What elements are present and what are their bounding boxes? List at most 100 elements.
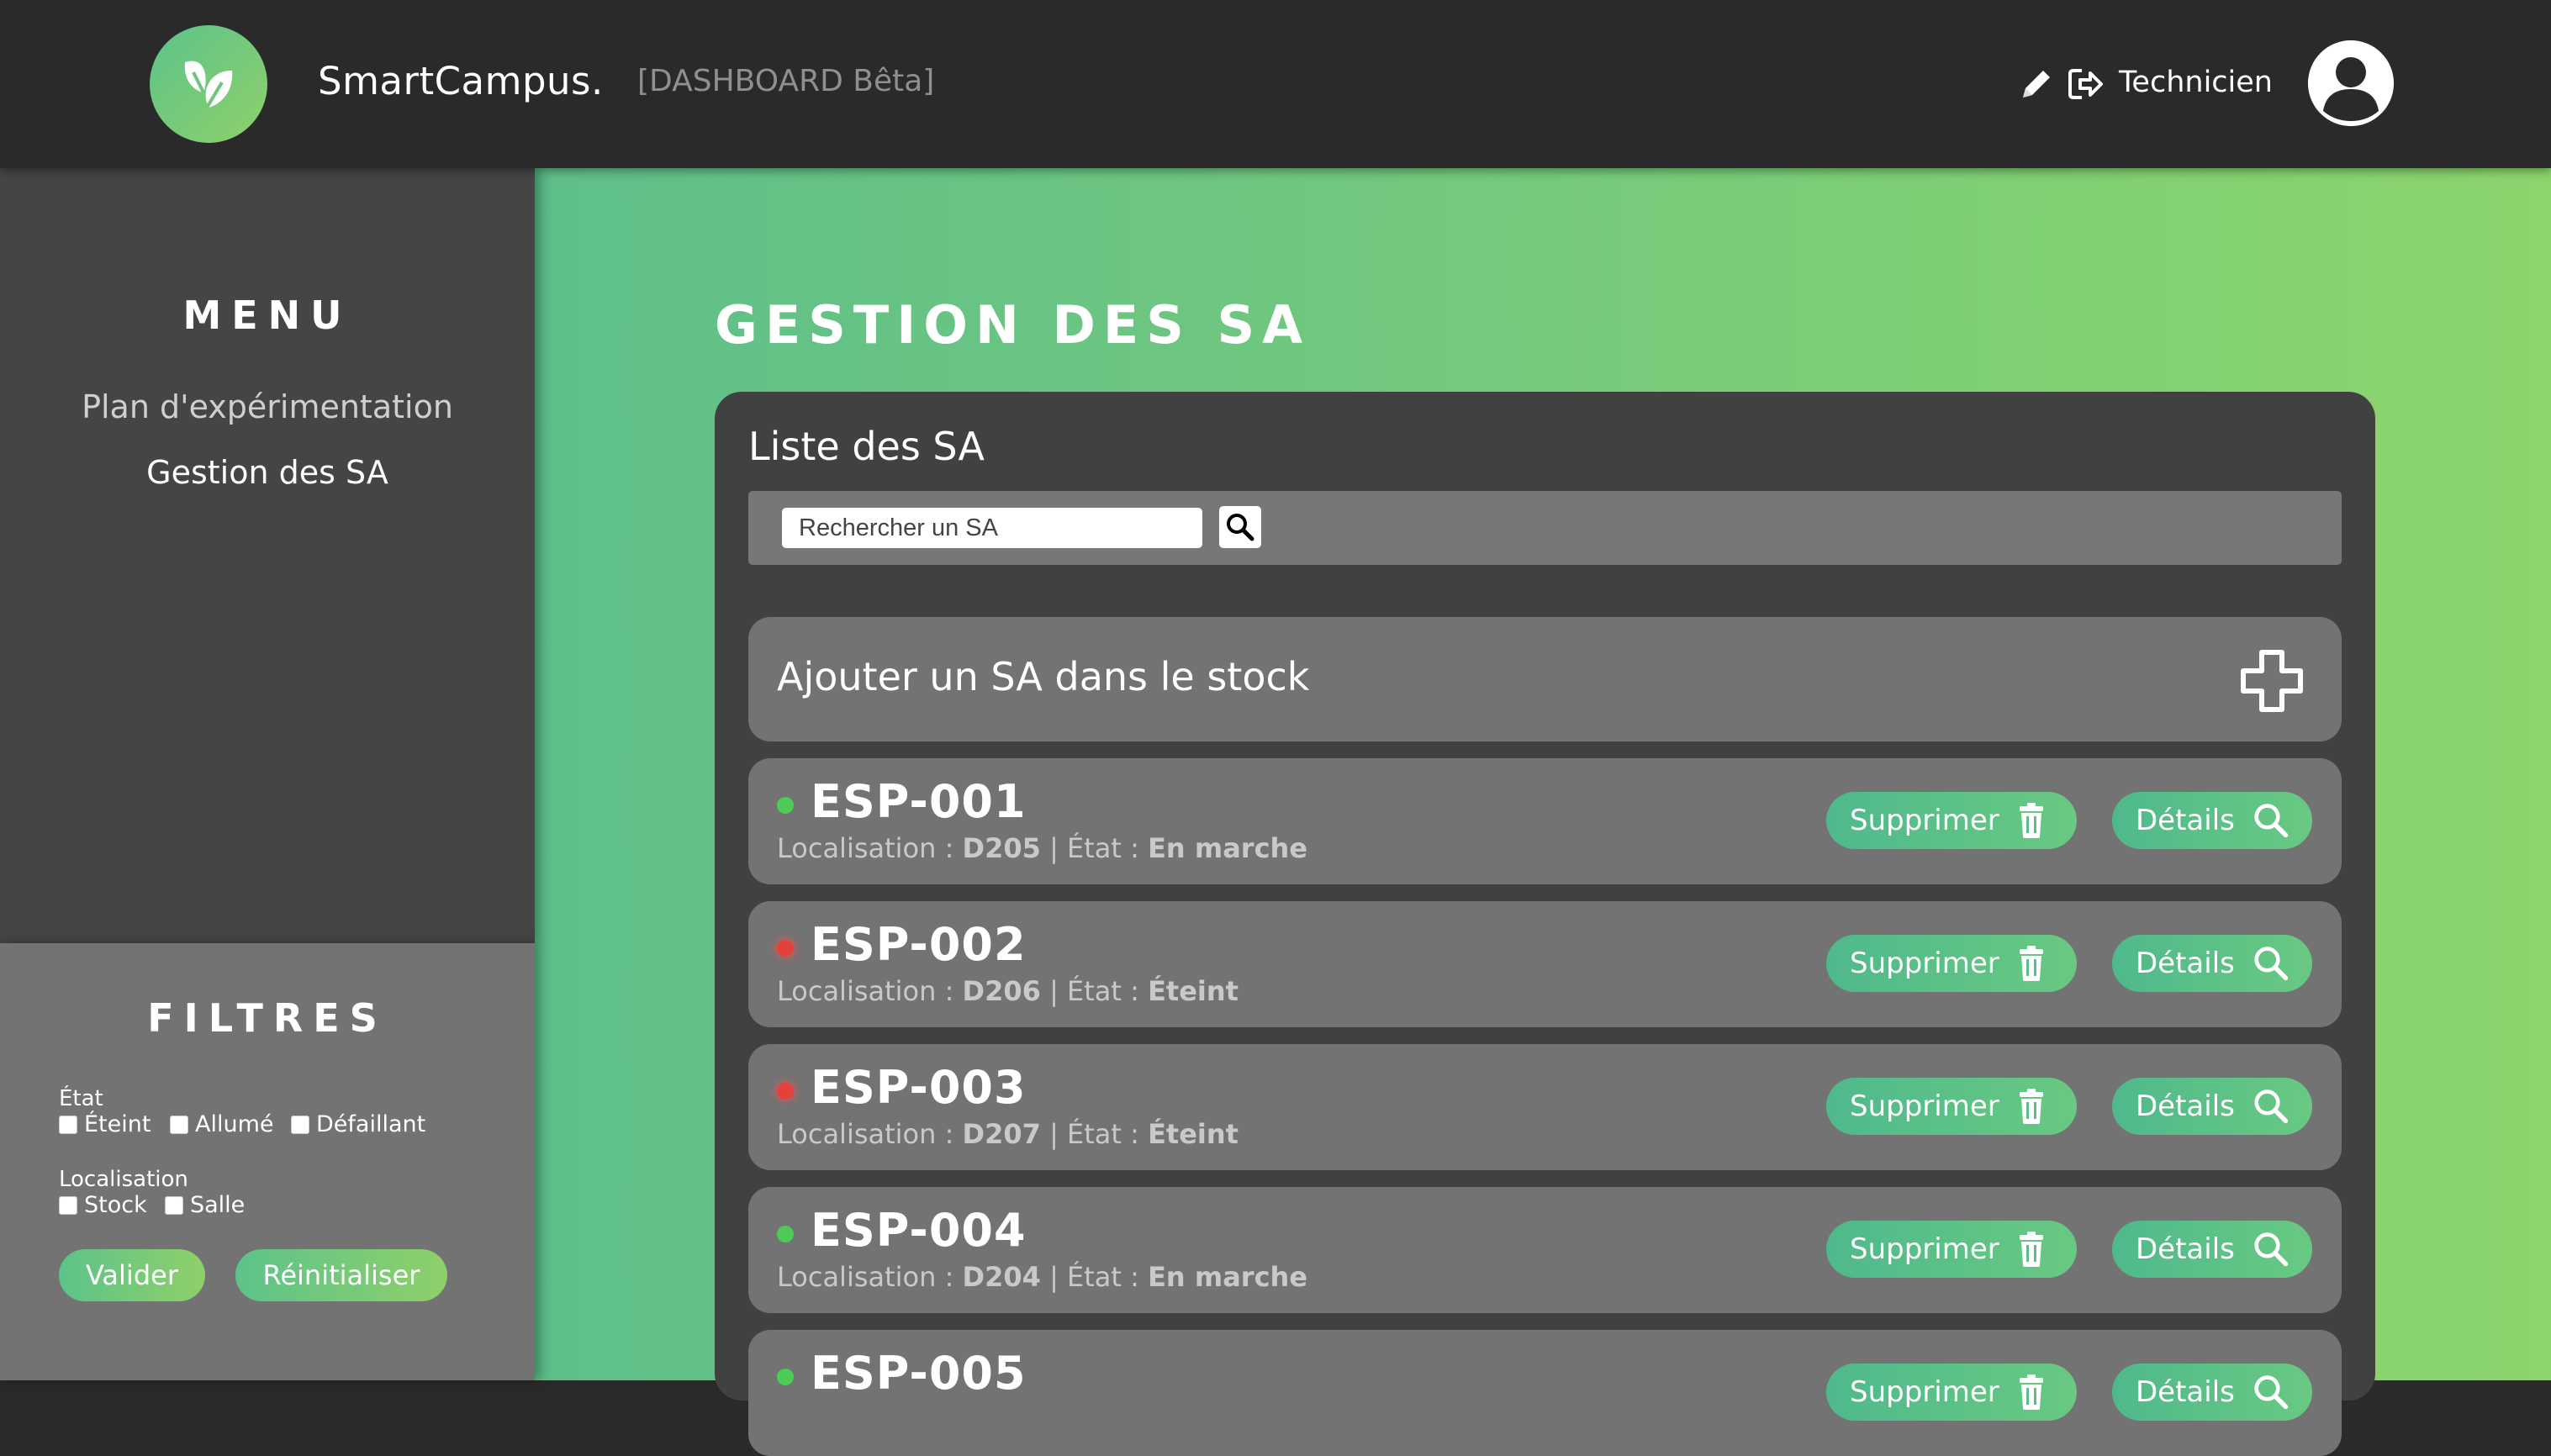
checkbox[interactable] xyxy=(59,1115,77,1134)
details-button[interactable]: Détails xyxy=(2112,1221,2312,1278)
magnifier-icon xyxy=(2254,804,2289,838)
magnifier-icon xyxy=(2254,1089,2289,1124)
checkbox[interactable] xyxy=(165,1195,183,1215)
separator: | xyxy=(1049,832,1068,864)
filter-location-stock[interactable]: Stock xyxy=(59,1192,147,1218)
filter-option-label: Défaillant xyxy=(316,1111,426,1137)
sa-name: ESP-002 xyxy=(811,918,1027,971)
filter-option-label: Salle xyxy=(190,1192,246,1218)
page-title: GESTION DES SA xyxy=(715,294,1311,356)
sa-location: D207 xyxy=(962,1118,1041,1150)
sidebar-item-gestion-sa[interactable]: Gestion des SA xyxy=(0,454,535,491)
filters-title: FILTRES xyxy=(147,995,388,1041)
sa-list-item[interactable]: ESP-005 Supprimer Détails xyxy=(748,1330,2342,1456)
filters-panel: FILTRES État Éteint Allumé Défaillant Lo… xyxy=(0,943,535,1380)
status-dot-icon xyxy=(777,1083,794,1100)
delete-button[interactable]: Supprimer xyxy=(1826,792,2077,849)
sa-meta: Localisation : D205 | État : En marche xyxy=(777,832,1307,864)
details-button[interactable]: Détails xyxy=(2112,1364,2312,1421)
filter-option-label: Stock xyxy=(84,1192,147,1218)
delete-button[interactable]: Supprimer xyxy=(1826,1078,2077,1135)
location-prefix: Localisation : xyxy=(777,975,963,1007)
menu-title: MENU xyxy=(182,293,352,338)
sa-list-item[interactable]: ESP-002 Localisation : D206 | État : Éte… xyxy=(748,901,2342,1027)
sa-state: Éteint xyxy=(1148,1118,1239,1150)
plus-icon[interactable] xyxy=(2238,647,2305,715)
separator: | xyxy=(1049,1261,1068,1293)
search-input[interactable] xyxy=(782,508,1202,548)
logout-icon[interactable] xyxy=(2065,64,2105,104)
details-button[interactable]: Détails xyxy=(2112,935,2312,992)
filter-state-defaillant[interactable]: Défaillant xyxy=(291,1111,425,1137)
details-label: Détails xyxy=(2136,804,2235,837)
sa-meta: Localisation : D204 | État : En marche xyxy=(777,1261,1307,1293)
sa-meta: Localisation : D206 | État : Éteint xyxy=(777,975,1239,1007)
checkbox[interactable] xyxy=(291,1115,309,1134)
trash-icon xyxy=(2019,1232,2043,1267)
delete-button[interactable]: Supprimer xyxy=(1826,1221,2077,1278)
dashboard-subtitle: [DASHBOARD Bêta] xyxy=(637,64,935,98)
details-button[interactable]: Détails xyxy=(2112,792,2312,849)
state-prefix: État : xyxy=(1067,1118,1149,1150)
details-label: Détails xyxy=(2136,947,2235,980)
sa-meta: Localisation : D207 | État : Éteint xyxy=(777,1118,1239,1150)
sa-name: ESP-003 xyxy=(811,1061,1027,1114)
panel-title: Liste des SA xyxy=(748,424,985,469)
state-prefix: État : xyxy=(1067,1261,1149,1293)
separator: | xyxy=(1049,1118,1068,1150)
sa-location: D204 xyxy=(962,1261,1041,1293)
search-icon xyxy=(1227,514,1254,541)
user-role-label[interactable]: Technicien xyxy=(2119,66,2273,99)
trash-icon xyxy=(2019,946,2043,981)
sa-state: En marche xyxy=(1148,832,1308,864)
delete-button[interactable]: Supprimer xyxy=(1826,1364,2077,1421)
delete-button[interactable]: Supprimer xyxy=(1826,935,2077,992)
validate-button[interactable]: Valider xyxy=(59,1249,205,1301)
sa-name: ESP-005 xyxy=(811,1347,1027,1400)
filter-state-eteint[interactable]: Éteint xyxy=(59,1111,151,1137)
sa-name: ESP-004 xyxy=(811,1204,1027,1257)
sa-state: Éteint xyxy=(1148,975,1239,1007)
location-prefix: Localisation : xyxy=(777,1261,963,1293)
main-content: GESTION DES SA Liste des SA Ajouter un S… xyxy=(535,168,2551,1456)
magnifier-icon xyxy=(2254,1375,2289,1410)
delete-label: Supprimer xyxy=(1850,1375,1999,1409)
details-label: Détails xyxy=(2136,1375,2235,1409)
checkbox[interactable] xyxy=(170,1115,188,1134)
reset-button[interactable]: Réinitialiser xyxy=(235,1249,447,1301)
brand-name[interactable]: SmartCampus. xyxy=(318,59,604,103)
search-button[interactable] xyxy=(1219,506,1261,548)
filter-state-label: État xyxy=(59,1086,103,1111)
state-prefix: État : xyxy=(1067,975,1149,1007)
search-bar xyxy=(748,491,2342,565)
checkbox[interactable] xyxy=(59,1195,77,1215)
sidebar-menu: MENU Plan d'expérimentation Gestion des … xyxy=(0,168,535,943)
sa-location: D206 xyxy=(962,975,1041,1007)
details-label: Détails xyxy=(2136,1089,2235,1123)
sidebar-item-plan[interactable]: Plan d'expérimentation xyxy=(0,388,535,425)
top-header: SmartCampus. [DASHBOARD Bêta] Technicien xyxy=(0,0,2551,168)
details-label: Détails xyxy=(2136,1232,2235,1266)
sa-list-item[interactable]: ESP-004 Localisation : D204 | État : En … xyxy=(748,1187,2342,1313)
filter-location-label: Localisation xyxy=(59,1167,188,1192)
sa-list-item[interactable]: ESP-003 Localisation : D207 | État : Éte… xyxy=(748,1044,2342,1170)
user-avatar-icon[interactable] xyxy=(2308,40,2394,126)
add-sa-card[interactable]: Ajouter un SA dans le stock xyxy=(748,617,2342,741)
pencil-icon[interactable] xyxy=(2018,66,2055,103)
location-prefix: Localisation : xyxy=(777,832,963,864)
leaf-logo-icon[interactable] xyxy=(150,25,267,143)
filter-option-label: Allumé xyxy=(195,1111,274,1137)
trash-icon xyxy=(2019,1089,2043,1124)
filter-location-salle[interactable]: Salle xyxy=(165,1192,245,1218)
add-sa-label: Ajouter un SA dans le stock xyxy=(777,654,1310,699)
state-prefix: État : xyxy=(1067,832,1149,864)
sa-list-item[interactable]: ESP-001 Localisation : D205 | État : En … xyxy=(748,758,2342,884)
delete-label: Supprimer xyxy=(1850,1232,1999,1266)
status-dot-icon xyxy=(777,1369,794,1385)
delete-label: Supprimer xyxy=(1850,947,1999,980)
details-button[interactable]: Détails xyxy=(2112,1078,2312,1135)
status-dot-icon xyxy=(777,1226,794,1242)
trash-icon xyxy=(2019,1374,2043,1410)
filter-state-allume[interactable]: Allumé xyxy=(170,1111,274,1137)
status-dot-icon xyxy=(777,797,794,814)
